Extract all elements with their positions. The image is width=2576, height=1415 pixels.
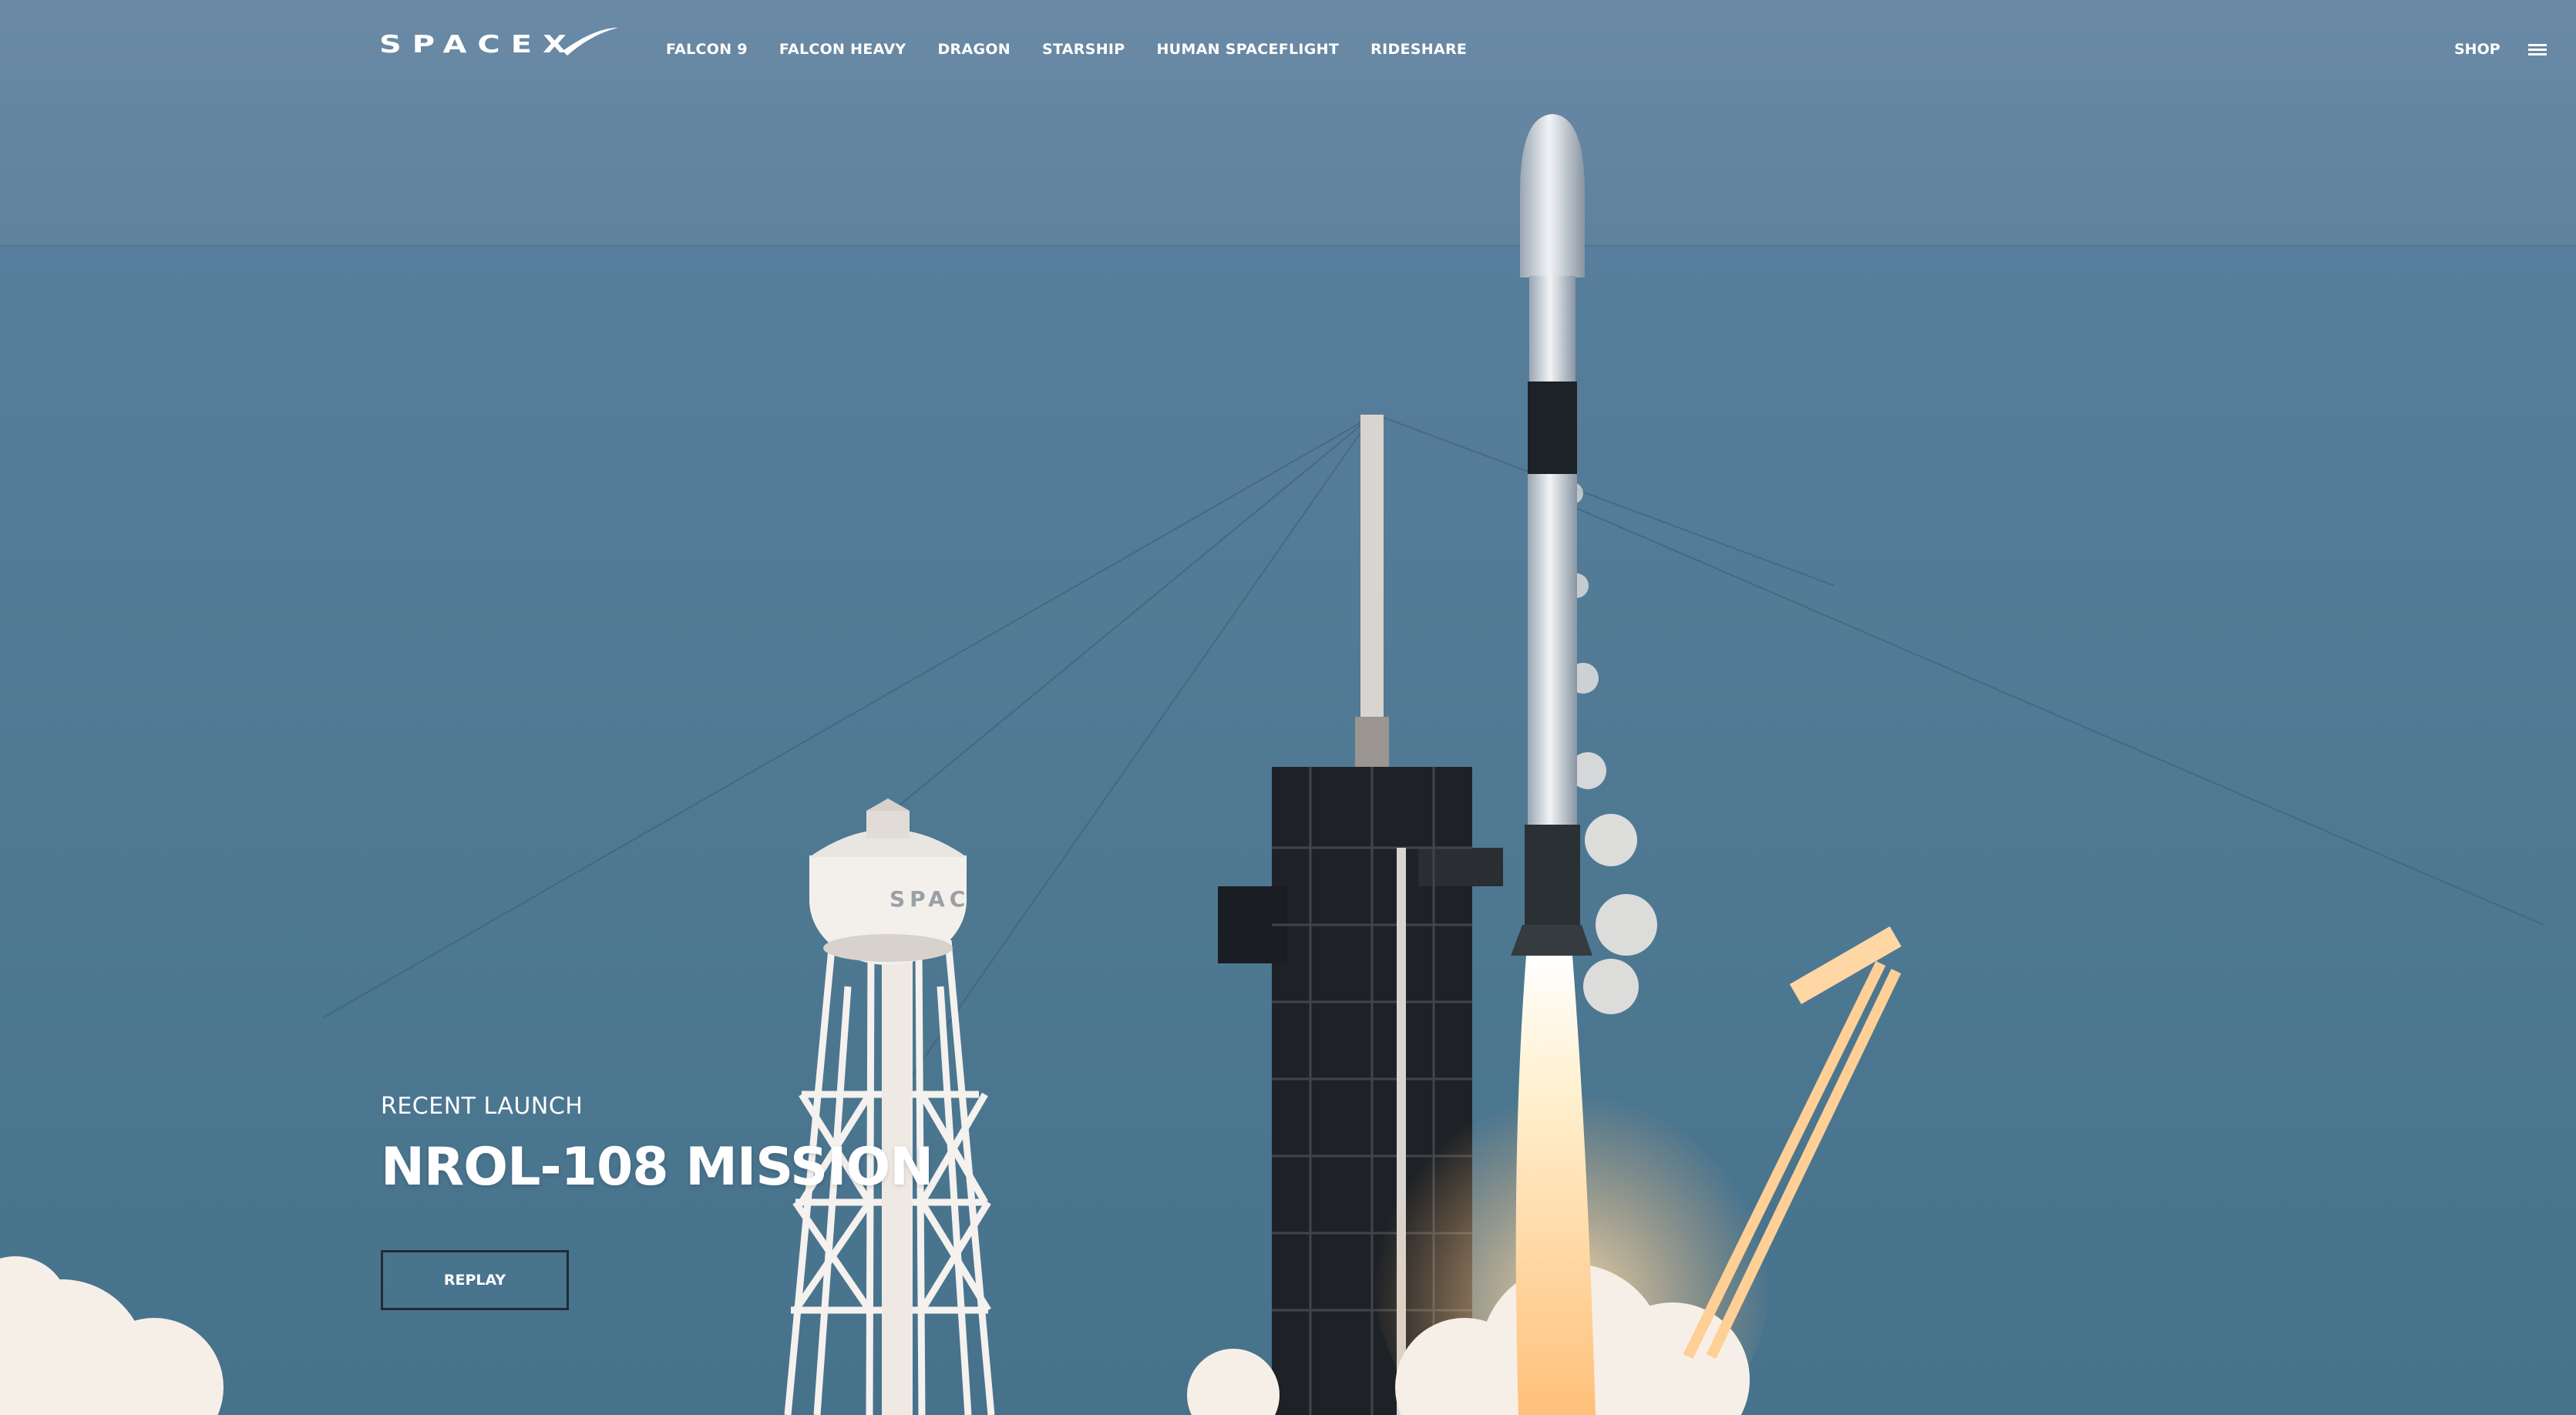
shop-link[interactable]: SHOP xyxy=(2454,35,2500,63)
hero-content: RECENT LAUNCH NROL-108 MISSION xyxy=(381,1087,933,1202)
hero-background-image: SPAC xyxy=(0,0,2576,1415)
hamburger-menu-icon[interactable] xyxy=(2525,40,2553,60)
nav-item-falcon-9[interactable]: FALCON 9 xyxy=(666,35,748,63)
nav-item-falcon-heavy[interactable]: FALCON HEAVY xyxy=(779,35,906,63)
hero-title: NROL-108 MISSION xyxy=(381,1137,933,1198)
hero-section: SPAC SPACEX FALCON 9 FALCON HEAVY DRAGON… xyxy=(0,0,2576,1415)
nav-item-human-spaceflight[interactable]: HUMAN SPACEFLIGHT xyxy=(1156,35,1339,63)
hero-label: RECENT LAUNCH xyxy=(381,1093,583,1120)
nav-item-starship[interactable]: STARSHIP xyxy=(1042,35,1125,63)
main-menu: FALCON 9 FALCON HEAVY DRAGON STARSHIP HU… xyxy=(666,35,1498,63)
nav-item-dragon[interactable]: DRAGON xyxy=(937,35,1011,63)
nav-item-rideshare[interactable]: RIDESHARE xyxy=(1370,35,1467,63)
logo-swoosh-icon xyxy=(563,28,618,55)
top-navigation: SPACEX FALCON 9 FALCON HEAVY DRAGON STAR… xyxy=(0,0,2576,100)
spacex-logo[interactable]: SPACEX xyxy=(379,23,626,66)
replay-button[interactable]: REPLAY xyxy=(381,1250,569,1310)
water-tower-lettering: SPAC xyxy=(889,886,970,912)
